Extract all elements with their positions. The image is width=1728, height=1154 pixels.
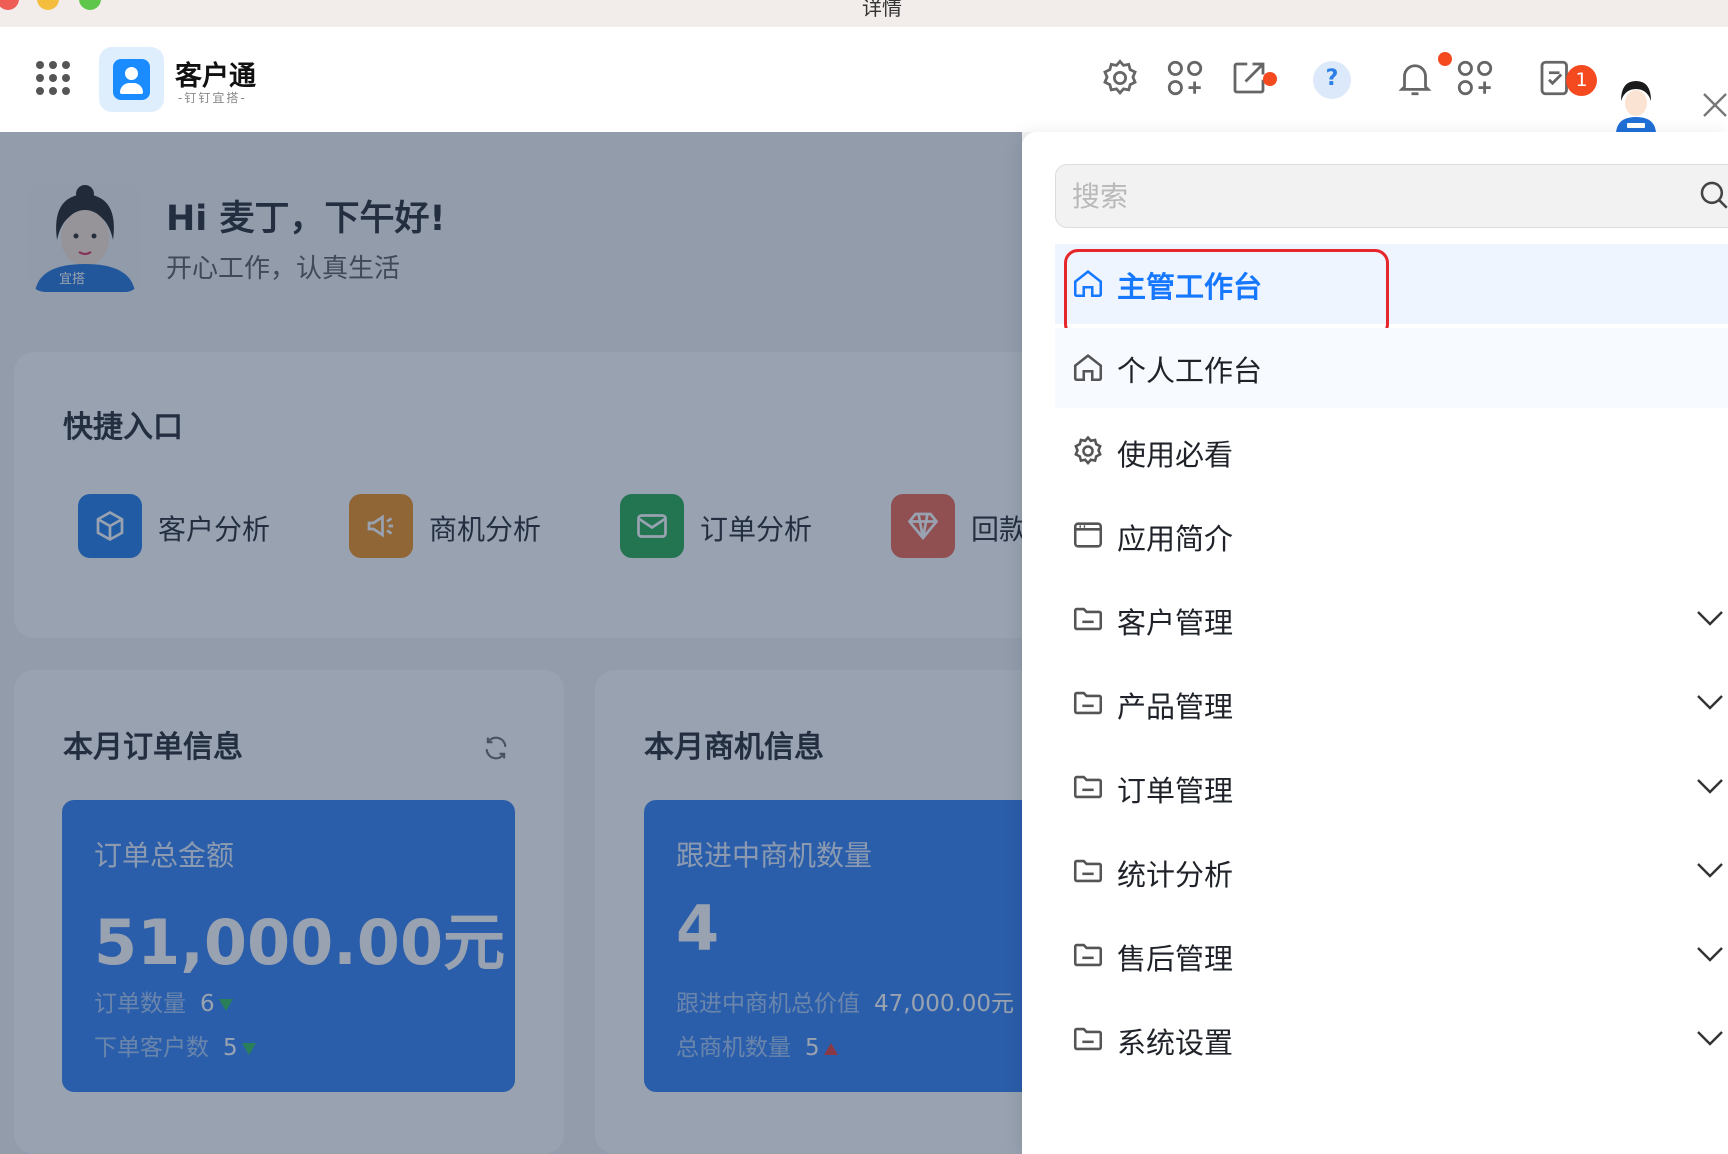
- menu-item-label: 使用必看: [1117, 438, 1234, 472]
- window-titlebar: 详情: [0, 0, 1728, 27]
- chevron-down-icon[interactable]: [1695, 774, 1725, 798]
- chevron-down-icon[interactable]: [1695, 690, 1725, 714]
- folder-icon: [1071, 854, 1105, 888]
- menu-item-label: 订单管理: [1117, 774, 1234, 808]
- menu-item-must-read[interactable]: 使用必看: [1055, 412, 1728, 492]
- window-icon: [1071, 518, 1105, 552]
- app-name: 客户通: [175, 61, 256, 92]
- chevron-down-icon[interactable]: [1695, 1026, 1725, 1050]
- menu-item-label: 统计分析: [1117, 858, 1234, 892]
- help-icon[interactable]: ?: [1313, 61, 1351, 99]
- menu-item-personal-workbench[interactable]: 个人工作台: [1055, 328, 1728, 408]
- grid-menu-icon[interactable]: [36, 61, 70, 95]
- menu-item-label: 客户管理: [1117, 606, 1234, 640]
- apps-icon[interactable]: [1454, 57, 1496, 99]
- chevron-down-icon[interactable]: [1695, 942, 1725, 966]
- menu-item-app-intro[interactable]: 应用简介: [1055, 496, 1728, 576]
- bell-notification-dot: [1438, 52, 1452, 66]
- bell-icon[interactable]: [1394, 57, 1436, 99]
- app-header: 客户通 -钉钉宜搭- ? 1: [0, 27, 1728, 133]
- app-subtitle: -钉钉宜搭-: [178, 91, 247, 105]
- search-icon[interactable]: [1697, 178, 1728, 212]
- search-box: [1055, 164, 1728, 228]
- highlight-annotation: [1064, 249, 1389, 338]
- modal-backdrop[interactable]: [0, 132, 1022, 1154]
- folder-icon: [1071, 1022, 1105, 1056]
- apps-icon[interactable]: [1164, 57, 1206, 99]
- app-logo: [99, 47, 164, 112]
- menu-item-product-management[interactable]: 产品管理: [1055, 664, 1728, 744]
- gear-icon[interactable]: [1099, 57, 1141, 99]
- menu-item-label: 应用简介: [1117, 522, 1234, 556]
- folder-icon: [1071, 602, 1105, 636]
- menu-item-label: 产品管理: [1117, 690, 1234, 724]
- home-icon: [1071, 350, 1105, 384]
- chevron-down-icon[interactable]: [1695, 858, 1725, 882]
- todo-badge: 1: [1566, 65, 1597, 96]
- search-input[interactable]: [1072, 175, 1672, 217]
- avatar[interactable]: [1611, 77, 1661, 133]
- menu-item-label: 售后管理: [1117, 942, 1234, 976]
- menu-item-label: 系统设置: [1117, 1026, 1234, 1060]
- share-notification-dot: [1263, 72, 1277, 86]
- window-title: 详情: [862, 0, 902, 20]
- menu-item-system-settings[interactable]: 系统设置: [1055, 1000, 1728, 1080]
- menu-item-customer-management[interactable]: 客户管理: [1055, 580, 1728, 660]
- menu-item-after-sales[interactable]: 售后管理: [1055, 916, 1728, 996]
- folder-icon: [1071, 686, 1105, 720]
- folder-icon: [1071, 938, 1105, 972]
- folder-icon: [1071, 770, 1105, 804]
- chevron-down-icon[interactable]: [1695, 606, 1725, 630]
- gear-icon: [1071, 434, 1105, 468]
- close-icon[interactable]: [1700, 90, 1728, 120]
- menu-item-order-management[interactable]: 订单管理: [1055, 748, 1728, 828]
- menu-item-statistics[interactable]: 统计分析: [1055, 832, 1728, 912]
- menu-item-label: 个人工作台: [1117, 354, 1263, 388]
